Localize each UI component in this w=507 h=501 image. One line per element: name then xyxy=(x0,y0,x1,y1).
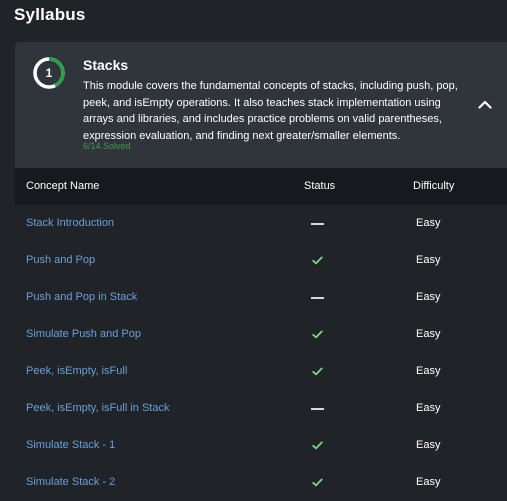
dash-icon xyxy=(310,222,324,225)
concept-link[interactable]: Simulate Stack - 2 xyxy=(26,464,115,501)
difficulty-label: Easy xyxy=(416,402,441,414)
check-icon xyxy=(311,256,323,265)
status-cell xyxy=(305,353,329,390)
table-header: Concept Name Status Difficulty xyxy=(15,168,507,205)
collapse-module-button[interactable] xyxy=(473,92,497,116)
difficulty-label: Easy xyxy=(416,254,441,266)
page-title: Syllabus xyxy=(14,5,86,24)
table-row: Peek, isEmpty, isFull Easy xyxy=(15,353,507,390)
module-description: This module covers the fundamental conce… xyxy=(83,80,458,142)
column-header-status: Status xyxy=(304,180,336,192)
difficulty-label: Easy xyxy=(416,328,441,340)
column-header-concept-name: Concept Name xyxy=(26,180,100,192)
concept-link[interactable]: Peek, isEmpty, isFull in Stack xyxy=(26,390,169,427)
status-cell xyxy=(305,427,329,464)
status-cell xyxy=(305,279,329,316)
table-row: Peek, isEmpty, isFull in Stack Easy xyxy=(15,390,507,427)
difficulty-label: Easy xyxy=(416,217,441,229)
check-icon xyxy=(311,330,323,339)
check-icon xyxy=(311,441,323,450)
check-icon xyxy=(311,478,323,487)
table-row: Stack Introduction Easy xyxy=(15,205,507,242)
column-header-difficulty: Difficulty xyxy=(413,180,455,192)
table-row: Push and Pop Easy xyxy=(15,242,507,279)
module-progress-text: 6/14 Solved xyxy=(83,141,131,151)
concept-link[interactable]: Push and Pop in Stack xyxy=(26,279,137,316)
table-row: Simulate Push and Pop Easy xyxy=(15,316,507,353)
status-cell xyxy=(305,205,329,242)
status-cell xyxy=(305,242,329,279)
concept-link[interactable]: Simulate Push and Pop xyxy=(26,316,141,353)
table-row: Simulate Stack - 2 Easy xyxy=(15,464,507,501)
module-number: 1 xyxy=(45,66,53,80)
check-icon xyxy=(311,367,323,376)
concept-link[interactable]: Push and Pop xyxy=(26,242,95,279)
chevron-up-icon xyxy=(478,100,492,109)
dash-icon xyxy=(310,296,324,299)
table-row: Simulate Stack - 1 Easy xyxy=(15,427,507,464)
module-card: 1 Stacks This module covers the fundamen… xyxy=(15,42,507,168)
difficulty-label: Easy xyxy=(416,365,441,377)
status-cell xyxy=(305,464,329,501)
concept-link[interactable]: Peek, isEmpty, isFull xyxy=(26,353,127,390)
status-cell xyxy=(305,390,329,427)
table-row: Push and Pop in Stack Easy xyxy=(15,279,507,316)
difficulty-label: Easy xyxy=(416,476,441,488)
module-title: Stacks xyxy=(83,57,129,73)
difficulty-label: Easy xyxy=(416,439,441,451)
concept-table-body: Stack Introduction Easy Push and Pop Eas… xyxy=(15,205,507,501)
difficulty-label: Easy xyxy=(416,291,441,303)
status-cell xyxy=(305,316,329,353)
dash-icon xyxy=(310,407,324,410)
concept-link[interactable]: Simulate Stack - 1 xyxy=(26,427,115,464)
concept-link[interactable]: Stack Introduction xyxy=(26,205,114,242)
module-progress-ring: 1 xyxy=(32,56,66,90)
